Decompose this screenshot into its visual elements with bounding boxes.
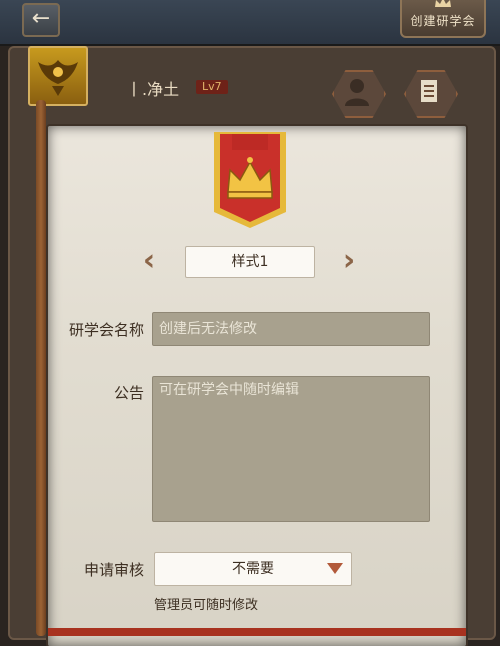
review-label: 申请审核: [83, 561, 144, 579]
society-name-input[interactable]: 创建后无法修改: [152, 312, 430, 346]
level-badge: Lv7: [196, 80, 228, 94]
bookmark-strap: [36, 100, 46, 636]
crown-icon: [435, 0, 451, 7]
top-bar: ← 创建研学会: [0, 0, 500, 46]
profile-row: 丨.净土 Lv7: [8, 46, 492, 118]
next-style-button[interactable]: ›: [338, 246, 360, 276]
crown-banner-icon[interactable]: [210, 130, 290, 230]
prev-style-button[interactable]: ‹: [138, 246, 160, 276]
bottom-strip: [48, 628, 466, 636]
review-value: 不需要: [232, 561, 274, 577]
avatar[interactable]: [28, 46, 88, 106]
triangle-down-icon: [327, 563, 343, 574]
create-society-button[interactable]: 创建研学会: [400, 0, 486, 38]
username: 丨.净土: [126, 80, 180, 99]
notice-label: 公告: [113, 384, 144, 402]
name-label: 研学会名称: [68, 321, 144, 339]
review-hint: 管理员可随时修改: [154, 598, 259, 613]
phoenix-icon: [38, 60, 78, 96]
back-button[interactable]: ←: [22, 3, 60, 37]
style-selector[interactable]: 样式1: [185, 246, 315, 278]
review-dropdown[interactable]: 不需要: [154, 552, 352, 586]
create-society-label: 创建研学会: [410, 14, 476, 28]
notice-textarea[interactable]: 可在研学会中随时编辑: [152, 376, 430, 522]
arrow-left-icon: ←: [31, 6, 51, 31]
person-icon: [345, 79, 369, 106]
document-icon: [421, 80, 437, 102]
